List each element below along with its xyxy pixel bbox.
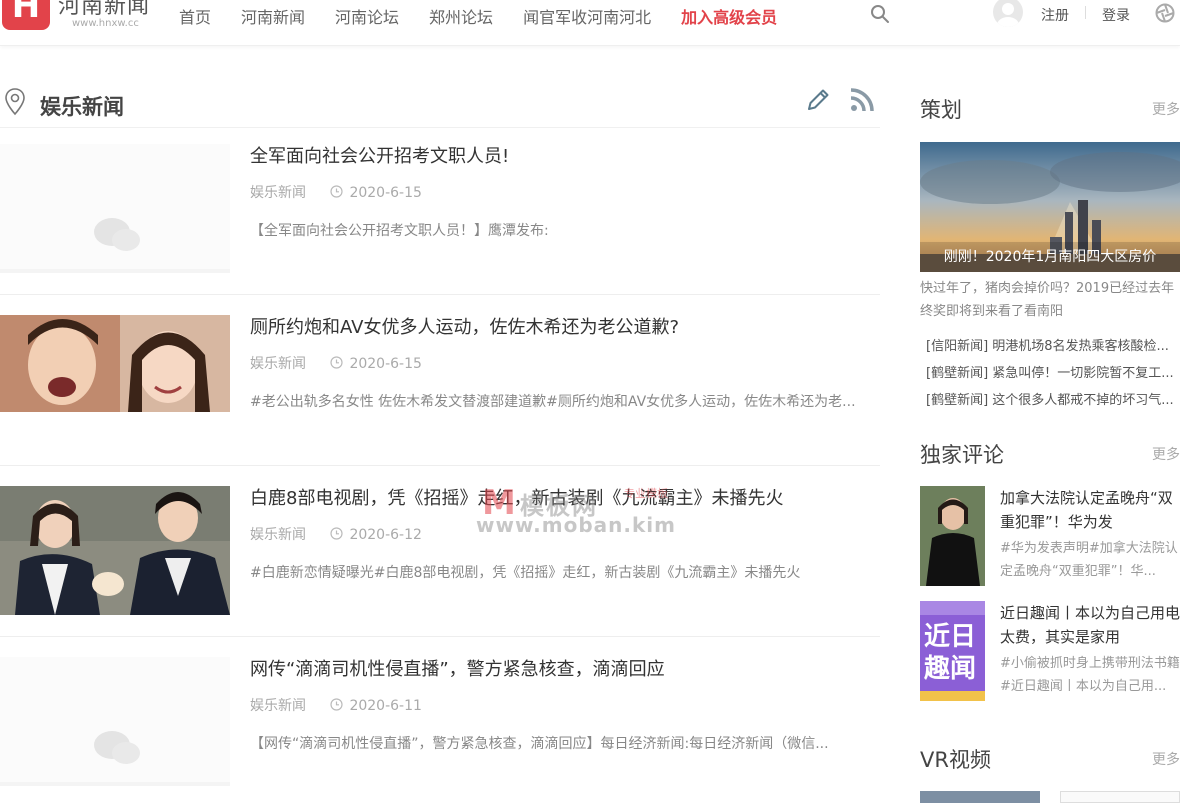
section-header: 娱乐新闻 xyxy=(0,84,880,128)
nav-zhengzhou-forum[interactable]: 郑州论坛 xyxy=(429,4,493,28)
comment-thumbnail[interactable]: 近日趣闻 xyxy=(920,601,985,701)
plan-title: 策划 xyxy=(920,98,962,122)
article-title[interactable]: 厕所约炮和AV女优多人运动，佐佐木希还为老公道歉? xyxy=(250,313,679,339)
logo-name: 河南新闻 xyxy=(58,0,151,19)
comment-desc: #华为发表声明#加拿大法院认定孟晚舟“双重犯罪”！华... xyxy=(1000,541,1178,579)
comment-title[interactable]: 加拿大法院认定孟晚舟“双重犯罪”！华为发 xyxy=(1000,486,1180,534)
article-date: 2020-6-15 xyxy=(349,356,422,372)
nav-home[interactable]: 首页 xyxy=(179,4,211,28)
article-title[interactable]: 网传“滴滴司机性侵直播”，警方紧急核查，滴滴回应 xyxy=(250,655,665,681)
comment-thumbnail[interactable] xyxy=(920,486,985,586)
section-title: 娱乐新闻 xyxy=(40,95,124,119)
comment-title[interactable]: 近日趣闻丨本以为自己用电太费，其实是家用 xyxy=(1000,601,1180,649)
article-title[interactable]: 白鹿8部电视剧，凭《招摇》走红，新古装剧《九流霸主》未播先火 xyxy=(250,484,783,510)
clock-icon xyxy=(330,356,344,369)
logo-mark: H xyxy=(2,0,50,30)
wechat-placeholder-icon xyxy=(0,731,230,786)
site-logo[interactable]: H 河南新闻 www.hnxw.cc xyxy=(2,0,162,32)
plan-header: 策划 更多 xyxy=(920,94,1180,124)
article-date: 2020-6-15 xyxy=(349,185,422,201)
article-date: 2020-6-12 xyxy=(349,527,422,543)
comment-desc: #小偷被抓时身上携带刑法书籍#近日趣闻丨本以为自己用... xyxy=(1000,656,1180,694)
article-date: 2020-6-11 xyxy=(349,698,422,714)
article-item[interactable]: 网传“滴滴司机性侵直播”，警方紧急核查，滴滴回应 娱乐新闻 2020-6-11 … xyxy=(0,637,880,808)
comment-item[interactable]: 近日趣闻 近日趣闻丨本以为自己用电太费，其实是家用 #小偷被抓时身上携带刑法书籍… xyxy=(920,601,1180,703)
article-thumbnail[interactable] xyxy=(0,486,230,615)
clock-icon xyxy=(330,185,344,198)
vr-more-link[interactable]: 更多 xyxy=(1152,749,1180,769)
woman-photo xyxy=(920,486,985,586)
edit-icon[interactable] xyxy=(805,87,831,113)
clock-icon xyxy=(330,698,344,711)
article-summary: #老公出轨多名女性 佐佐木希发文替渡部建道歉#厕所约炮和AV女优多人运动，佐佐木… xyxy=(250,394,856,410)
plan-link[interactable]: [鹤壁新闻] 紧急叫停！一切影院暂不复工... xyxy=(926,362,1180,381)
nav-poem[interactable]: 闻官军收河南河北 xyxy=(523,4,651,28)
drama-photo xyxy=(0,486,230,615)
search-icon[interactable] xyxy=(870,4,890,24)
article-item[interactable]: 全军面向社会公开招考文职人员! 娱乐新闻 2020-6-15 【全军面向社会公开… xyxy=(0,124,880,295)
nav-join-vip[interactable]: 加入高级会员 xyxy=(681,4,777,28)
article-meta: 娱乐新闻 2020-6-15 xyxy=(250,182,422,202)
header-divider xyxy=(1085,6,1086,19)
aperture-icon[interactable] xyxy=(1155,3,1175,23)
vr-header: VR视频 更多 xyxy=(920,744,1180,774)
nav-henan-news[interactable]: 河南新闻 xyxy=(241,4,305,28)
vr-thumbnail[interactable] xyxy=(920,791,1040,803)
user-avatar[interactable] xyxy=(993,0,1023,27)
clock-icon xyxy=(330,527,344,540)
register-link[interactable]: 注册 xyxy=(1041,5,1069,25)
location-pin-icon xyxy=(5,88,25,116)
comments-title: 独家评论 xyxy=(920,443,1004,467)
article-thumbnail[interactable] xyxy=(0,657,230,786)
news-banner-text: 近日趣闻 xyxy=(924,622,977,684)
article-summary: 【网传“滴滴司机性侵直播”，警方紧急核查，滴滴回应】每日经济新闻:每日经济新闻（… xyxy=(250,736,829,752)
plan-link[interactable]: [鹤壁新闻] 这个很多人都戒不掉的坏习气... xyxy=(926,389,1180,408)
article-item[interactable]: 厕所约炮和AV女优多人运动，佐佐木希还为老公道歉? 娱乐新闻 2020-6-15… xyxy=(0,295,880,466)
couple-photo xyxy=(0,315,230,412)
article-item[interactable]: 白鹿8部电视剧，凭《招摇》走红，新古装剧《九流霸主》未播先火 娱乐新闻 2020… xyxy=(0,466,880,637)
nav-henan-forum[interactable]: 河南论坛 xyxy=(335,4,399,28)
feature-description: 快过年了，猪肉会掉价吗？2019已经过去年终奖即将到来看了看南阳 xyxy=(920,281,1175,319)
comments-header: 独家评论 更多 xyxy=(920,439,1180,469)
top-header: H 河南新闻 www.hnxw.cc 首页 河南新闻 河南论坛 郑州论坛 闻官军… xyxy=(0,0,1180,46)
plan-more-link[interactable]: 更多 xyxy=(1152,99,1180,119)
wechat-placeholder-icon xyxy=(0,218,230,273)
article-thumbnail[interactable] xyxy=(0,315,230,444)
article-meta: 娱乐新闻 2020-6-12 xyxy=(250,524,422,544)
comment-item[interactable]: 加拿大法院认定孟晚舟“双重犯罪”！华为发 #华为发表声明#加拿大法院认定孟晚舟“… xyxy=(920,486,1180,588)
article-summary: #白鹿新恋情疑曝光#白鹿8部电视剧，凭《招摇》走红，新古装剧《九流霸主》未播先火 xyxy=(250,565,801,581)
article-category[interactable]: 娱乐新闻 xyxy=(250,527,306,543)
article-title[interactable]: 全军面向社会公开招考文职人员! xyxy=(250,142,509,168)
article-category[interactable]: 娱乐新闻 xyxy=(250,356,306,372)
rss-icon[interactable] xyxy=(849,87,875,113)
vr-thumbnail[interactable] xyxy=(1060,791,1180,803)
article-meta: 娱乐新闻 2020-6-15 xyxy=(250,353,422,373)
user-icon xyxy=(997,3,1019,27)
article-summary: 【全军面向社会公开招考文职人员！】鹰潭发布: xyxy=(250,223,549,239)
main-nav: 首页 河南新闻 河南论坛 郑州论坛 闻官军收河南河北 加入高级会员 xyxy=(179,4,807,28)
plan-link[interactable]: [信阳新闻] 明港机场8名发热乘客核酸检... xyxy=(926,335,1180,354)
feature-image[interactable]: 刚刚！2020年1月南阳四大区房价 xyxy=(920,142,1180,272)
vr-title: VR视频 xyxy=(920,748,991,772)
feature-caption[interactable]: 刚刚！2020年1月南阳四大区房价 xyxy=(920,242,1180,272)
comments-more-link[interactable]: 更多 xyxy=(1152,444,1180,464)
article-category[interactable]: 娱乐新闻 xyxy=(250,185,306,201)
article-thumbnail[interactable] xyxy=(0,144,230,273)
article-category[interactable]: 娱乐新闻 xyxy=(250,698,306,714)
article-meta: 娱乐新闻 2020-6-11 xyxy=(250,695,422,715)
login-link[interactable]: 登录 xyxy=(1102,5,1130,25)
logo-url: www.hnxw.cc xyxy=(72,18,139,29)
